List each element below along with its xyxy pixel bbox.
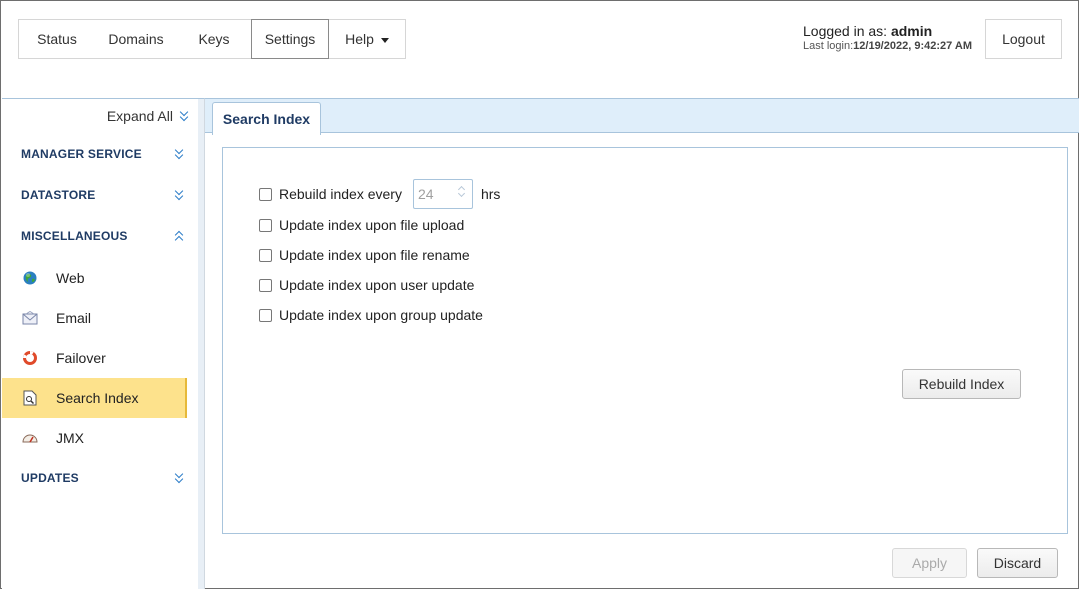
nav-domains[interactable]: Domains — [95, 20, 177, 58]
double-chevron-down-icon — [174, 472, 185, 484]
option-label: Update index upon group update — [279, 307, 483, 323]
option-group-update: Update index upon group update — [259, 307, 483, 323]
sidebar-item-search-index[interactable]: Search Index — [2, 378, 187, 418]
caret-down-icon — [380, 37, 389, 43]
sidebar: Expand All MANAGER SERVICE DATASTORE MIS… — [2, 98, 205, 589]
stepper-down-icon[interactable] — [458, 191, 466, 199]
group-update-checkbox[interactable] — [259, 308, 272, 322]
section-miscellaneous[interactable]: MISCELLANEOUS — [21, 229, 185, 243]
option-file-upload: Update index upon file upload — [259, 217, 464, 233]
option-user-update: Update index upon user update — [259, 277, 474, 293]
rebuild-hours-stepper[interactable]: 24 — [412, 179, 473, 209]
nav-help-label: Help — [345, 31, 374, 47]
logged-in-line: Logged in as: admin — [803, 23, 972, 39]
last-login-line: Last login:12/19/2022, 9:42:27 AM — [803, 40, 972, 52]
expand-all-button[interactable]: Expand All — [107, 108, 190, 124]
section-manager-service[interactable]: MANAGER SERVICE — [21, 147, 185, 161]
rebuild-index-button[interactable]: Rebuild Index — [902, 369, 1021, 399]
stepper-buttons — [458, 183, 466, 199]
rebuild-every-checkbox[interactable] — [259, 187, 272, 201]
last-login-prefix: Last login: — [803, 40, 854, 52]
sidebar-item-label: Search Index — [56, 390, 139, 406]
file-upload-checkbox[interactable] — [259, 218, 272, 232]
expand-all-label: Expand All — [106, 108, 173, 124]
logout-button[interactable]: Logout — [985, 19, 1062, 59]
section-datastore[interactable]: DATASTORE — [21, 188, 185, 202]
option-file-rename: Update index upon file rename — [259, 247, 470, 263]
option-label: Update index upon file upload — [279, 217, 465, 233]
envelope-icon — [22, 310, 38, 326]
sidebar-item-label: JMX — [56, 430, 84, 446]
lifebuoy-icon — [22, 350, 38, 366]
sidebar-item-label: Email — [56, 310, 92, 326]
nav-settings[interactable]: Settings — [251, 19, 329, 59]
top-nav: Status Domains Keys Settings Help — [18, 19, 406, 59]
rebuild-every-label: Rebuild index every — [279, 186, 402, 202]
double-chevron-down-icon — [174, 148, 185, 160]
globe-icon — [22, 270, 38, 286]
nav-status[interactable]: Status — [19, 20, 95, 58]
tab-bar: Search Index — [205, 98, 1079, 135]
username: admin — [890, 23, 933, 39]
sidebar-item-web[interactable]: Web — [2, 258, 187, 298]
sidebar-item-jmx[interactable]: JMX — [2, 418, 187, 458]
file-rename-checkbox[interactable] — [259, 248, 272, 262]
last-login-time: 12/19/2022, 9:42:27 AM — [853, 40, 972, 52]
tab-search-index[interactable]: Search Index — [212, 102, 321, 135]
double-chevron-down-icon — [174, 189, 185, 201]
rebuild-every-unit: hrs — [480, 186, 501, 202]
sidebar-item-label: Failover — [56, 350, 106, 366]
rebuild-hours-value: 24 — [417, 186, 434, 202]
user-update-checkbox[interactable] — [259, 278, 272, 292]
section-label: MISCELLANEOUS — [21, 229, 128, 243]
option-label: Update index upon user update — [279, 277, 475, 293]
sidebar-edge — [198, 99, 204, 589]
sidebar-item-failover[interactable]: Failover — [2, 338, 187, 378]
section-label: MANAGER SERVICE — [21, 147, 142, 161]
double-chevron-up-icon — [174, 230, 185, 242]
section-label: UPDATES — [21, 471, 79, 485]
app-frame: Status Domains Keys Settings Help Logged… — [0, 0, 1079, 589]
search-index-panel: Rebuild index every 24 hrs Update index … — [222, 147, 1068, 534]
nav-keys[interactable]: Keys — [177, 20, 251, 58]
sidebar-item-label: Web — [56, 270, 85, 286]
option-label: Update index upon file rename — [279, 247, 470, 263]
double-chevron-down-icon — [179, 110, 190, 122]
section-updates[interactable]: UPDATES — [21, 471, 185, 485]
gauge-icon — [22, 430, 38, 446]
discard-button[interactable]: Discard — [977, 548, 1058, 578]
sidebar-item-email[interactable]: Email — [2, 298, 187, 338]
apply-button[interactable]: Apply — [892, 548, 967, 578]
section-label: DATASTORE — [21, 188, 96, 202]
search-document-icon — [22, 390, 38, 406]
logged-in-prefix: Logged in as: — [803, 23, 891, 39]
nav-help[interactable]: Help — [329, 20, 405, 58]
user-info: Logged in as: admin Last login:12/19/202… — [803, 23, 972, 52]
rebuild-every-row: Rebuild index every 24 hrs — [259, 179, 500, 209]
